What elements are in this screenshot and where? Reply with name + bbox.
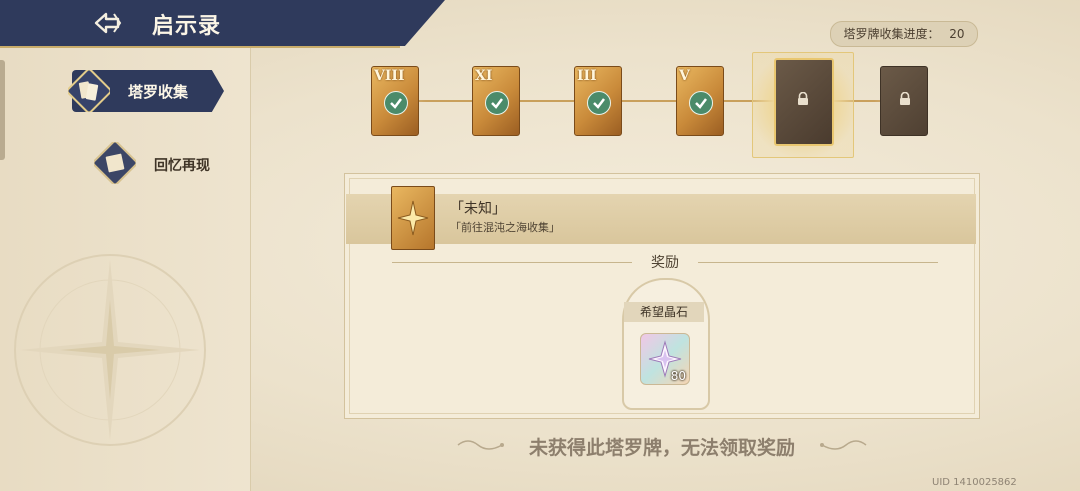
collection-progress: 塔罗牌收集进度： 20 — [830, 21, 978, 47]
tarot-cards-icon — [68, 70, 110, 112]
card-numeral: XI — [475, 68, 493, 84]
user-id: UID 1410025862 — [932, 477, 1017, 488]
check-icon — [384, 91, 408, 115]
check-icon — [485, 91, 509, 115]
reward-divider-left — [392, 262, 632, 263]
claim-notice: 未获得此塔罗牌，无法领取奖励 — [528, 437, 795, 459]
tarot-card-iii[interactable]: III — [574, 66, 622, 136]
reward-name: 希望晶石 — [624, 302, 704, 322]
sidebar-scrollbar[interactable] — [0, 60, 5, 160]
progress-label: 塔罗牌收集进度： — [843, 27, 940, 41]
reward-divider-right — [698, 262, 938, 263]
lock-icon — [798, 92, 808, 105]
card-description: 「前往混沌之海收集」 — [450, 221, 560, 234]
sidebar-item-label-tarot: 塔罗收集 — [128, 83, 189, 101]
reward-quantity: 80 — [670, 369, 686, 383]
lock-icon — [900, 92, 910, 105]
sidebar-item-label-memory: 回忆再现 — [154, 158, 210, 174]
tarot-card-locked[interactable] — [880, 66, 928, 136]
card-numeral: III — [577, 68, 597, 84]
card-numeral: V — [679, 68, 690, 84]
check-icon — [689, 91, 713, 115]
card-numeral: VIII — [374, 68, 405, 84]
hope-crystal-reward[interactable]: 80 — [640, 333, 690, 385]
ornament-right-icon — [820, 440, 867, 450]
tarot-card-viii[interactable]: VIII — [371, 66, 419, 136]
star-icon — [397, 200, 429, 236]
memory-cards-icon — [94, 142, 136, 184]
header-bar — [0, 0, 445, 46]
compass-decoration — [14, 254, 206, 446]
back-button[interactable] — [92, 8, 124, 38]
card-info-band — [346, 194, 976, 244]
card-name: 「未知」 — [450, 201, 506, 217]
check-icon — [587, 91, 611, 115]
progress-value: 20 — [949, 27, 965, 41]
tarot-card-v[interactable]: V — [676, 66, 724, 136]
reward-heading: 奖励 — [651, 255, 679, 271]
tarot-card-selected-locked[interactable] — [774, 58, 834, 146]
page-title: 启示录 — [152, 13, 222, 39]
back-arrow-icon — [94, 12, 122, 34]
header-divider — [0, 46, 400, 48]
card-thumbnail — [391, 186, 435, 250]
ornament-left-icon — [457, 440, 504, 450]
tarot-card-xi[interactable]: XI — [472, 66, 520, 136]
